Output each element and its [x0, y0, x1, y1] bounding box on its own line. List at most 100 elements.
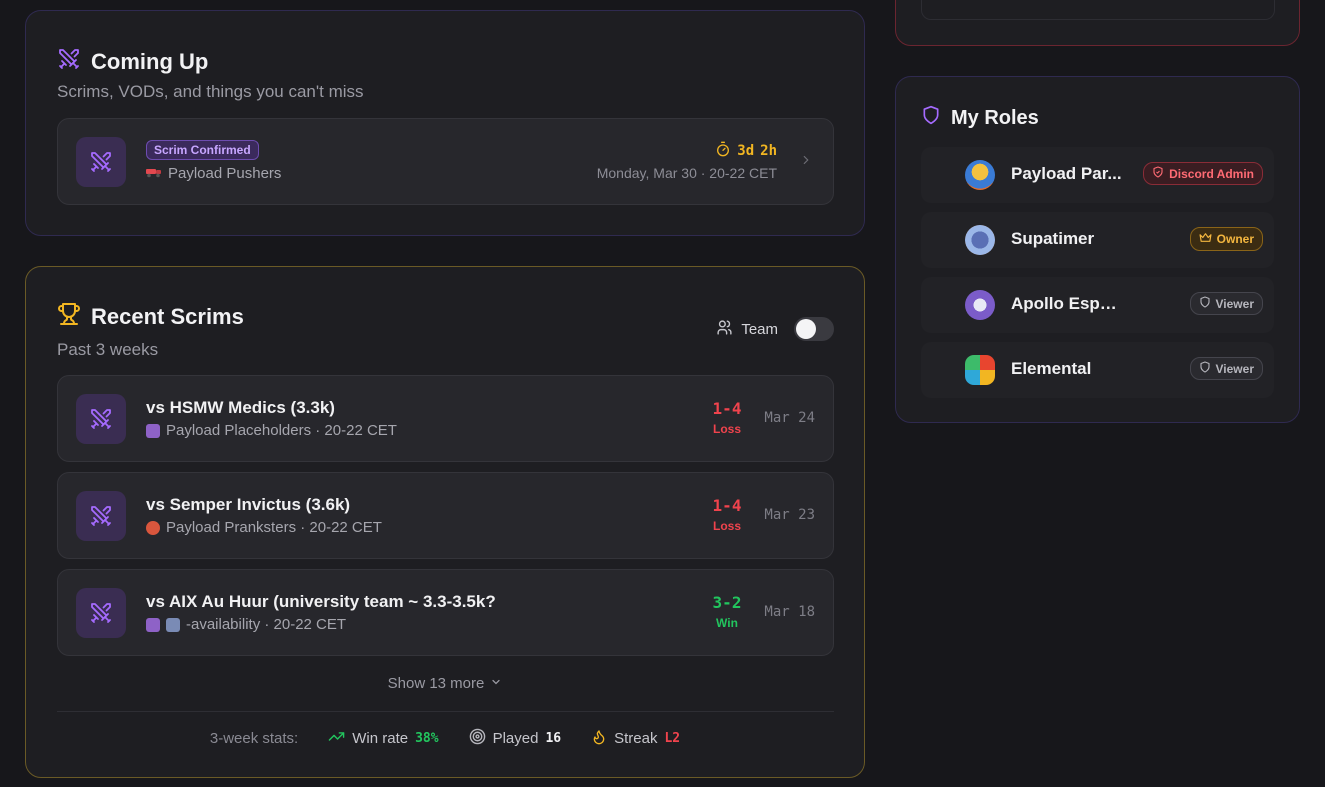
scrim-sub: Payload Pranksters · 20-22 CET: [146, 519, 382, 536]
role-badge-owner: Owner: [1189, 227, 1263, 251]
users-icon: [716, 319, 733, 340]
my-roles-header: My Roles: [921, 105, 1039, 131]
switch-knob: [796, 319, 816, 339]
stats-bar: 3-week stats: Win rate 38% Played 16 Str…: [26, 728, 864, 749]
team-toggle-label: Team: [741, 320, 778, 338]
swords-icon: [76, 588, 126, 638]
shield-icon: [1152, 166, 1164, 181]
scrim-sub-text: Payload Placeholders · 20-22 CET: [166, 422, 397, 439]
status-badge: Scrim Confirmed: [146, 140, 259, 160]
avatar: [965, 355, 995, 385]
role-item[interactable]: Elemental Viewer: [921, 342, 1274, 398]
scrim-date: Mar 24: [764, 410, 815, 426]
divider: [57, 711, 834, 712]
timer-icon: [715, 141, 731, 161]
stat-played: Played 16: [469, 728, 562, 749]
role-name: Apollo Esports: [1011, 294, 1123, 313]
scrim-row[interactable]: vs Semper Invictus (3.6k) Payload Pranks…: [57, 472, 834, 559]
coming-up-subtitle: Scrims, VODs, and things you can't miss: [57, 82, 364, 101]
top-right-card: [895, 0, 1300, 46]
top-right-inner-field: [921, 0, 1275, 20]
chevron-down-icon: [490, 675, 502, 692]
scrim-date: Mar 23: [764, 507, 815, 523]
swords-icon: [76, 491, 126, 541]
countdown-hours: 2h: [760, 143, 777, 159]
scrim-row[interactable]: vs AIX Au Huur (university team ~ 3.3-3.…: [57, 569, 834, 656]
coming-up-card: Coming Up Scrims, VODs, and things you c…: [25, 10, 865, 236]
role-badge-label: Discord Admin: [1169, 166, 1254, 181]
shield-icon: [1199, 296, 1211, 311]
streak-value: L2: [664, 731, 681, 746]
role-badge-label: Owner: [1216, 232, 1254, 246]
score-result: Win: [716, 616, 738, 630]
role-badge-viewer: Viewer: [1189, 357, 1263, 380]
recent-scrims-title: Recent Scrims: [91, 304, 244, 329]
win-rate-value: 38%: [415, 731, 439, 746]
recent-scrims-subtitle: Past 3 weeks: [57, 340, 159, 359]
score-result: Loss: [712, 519, 741, 533]
upcoming-event-row[interactable]: Scrim Confirmed Payload Pushers 3d 2h Mo…: [57, 118, 834, 205]
show-more-label: Show 13 more: [387, 675, 485, 692]
role-name: Supatimer: [1011, 229, 1095, 248]
scrim-sub: -availability · 20-22 CET: [146, 616, 346, 633]
show-more-button[interactable]: Show 13 more: [26, 675, 864, 692]
played-value: 16: [545, 731, 562, 746]
scrim-title: vs AIX Au Huur (university team ~ 3.3-3.…: [146, 592, 496, 611]
flame-icon: [591, 729, 607, 749]
chevron-right-icon[interactable]: [799, 153, 813, 172]
scrim-sub-text: -availability · 20-22 CET: [186, 616, 347, 633]
trending-up-icon: [328, 728, 345, 749]
my-roles-card: My Roles Payload Par... Discord Admin Su…: [895, 76, 1300, 423]
trophy-icon: [57, 302, 81, 332]
heart-icon: [146, 617, 160, 632]
target-icon: [469, 728, 486, 749]
avatar: [965, 160, 995, 190]
recent-scrims-header: Recent Scrims: [57, 302, 244, 332]
countdown-days: 3d: [737, 143, 755, 159]
role-badge-viewer: Viewer: [1189, 292, 1263, 315]
role-badge-discord-admin: Discord Admin: [1143, 162, 1263, 185]
my-roles-title: My Roles: [951, 106, 1039, 129]
scrim-sub: Payload Placeholders · 20-22 CET: [146, 422, 397, 439]
scrim-score: 1-4 Loss: [707, 399, 747, 436]
scrim-score: 3-2 Win: [707, 593, 747, 630]
score-value: 1-4: [712, 399, 742, 418]
scrim-date: Mar 18: [764, 604, 815, 620]
swords-icon: [76, 137, 126, 187]
coming-up-title: Coming Up: [91, 49, 209, 74]
swords-icon: [76, 394, 126, 444]
pumpkin-icon: [146, 520, 160, 535]
score-result: Loss: [712, 422, 741, 436]
scrim-score: 1-4 Loss: [707, 496, 747, 533]
scrim-row[interactable]: vs HSMW Medics (3.3k) Payload Placeholde…: [57, 375, 834, 462]
role-item[interactable]: Apollo Esports Viewer: [921, 277, 1274, 333]
streak-label: Streak: [614, 730, 658, 747]
scrim-title: vs Semper Invictus (3.6k): [146, 495, 351, 514]
stats-label: 3-week stats:: [209, 730, 299, 747]
score-value: 3-2: [712, 593, 742, 612]
event-team: Payload Pushers: [146, 165, 281, 182]
recent-scrims-card: Recent Scrims Past 3 weeks Team vs HSMW …: [25, 266, 865, 778]
scrim-sub-text: Payload Pranksters · 20-22 CET: [166, 519, 382, 536]
team-switch[interactable]: [794, 317, 834, 341]
role-name: Elemental: [1011, 359, 1092, 378]
heart-icon: [146, 423, 160, 438]
truck-icon: [146, 165, 162, 182]
event-team-name: Payload Pushers: [168, 165, 282, 182]
role-badge-label: Viewer: [1215, 296, 1254, 311]
stat-streak: Streak L2: [591, 729, 680, 749]
avatar: [965, 225, 995, 255]
win-rate-label: Win rate: [352, 730, 409, 747]
played-label: Played: [492, 730, 539, 747]
score-value: 1-4: [712, 496, 742, 515]
crown-icon: [1199, 231, 1212, 247]
role-badge-label: Viewer: [1215, 361, 1254, 376]
role-item[interactable]: Supatimer Owner: [921, 212, 1274, 268]
stat-win-rate: Win rate 38%: [328, 728, 439, 749]
shield-icon: [921, 105, 941, 131]
calendar-icon: [166, 617, 180, 632]
role-item[interactable]: Payload Par... Discord Admin: [921, 147, 1274, 203]
swords-icon: [57, 47, 81, 77]
team-toggle[interactable]: Team: [716, 317, 834, 341]
role-name: Payload Par...: [1011, 164, 1122, 183]
